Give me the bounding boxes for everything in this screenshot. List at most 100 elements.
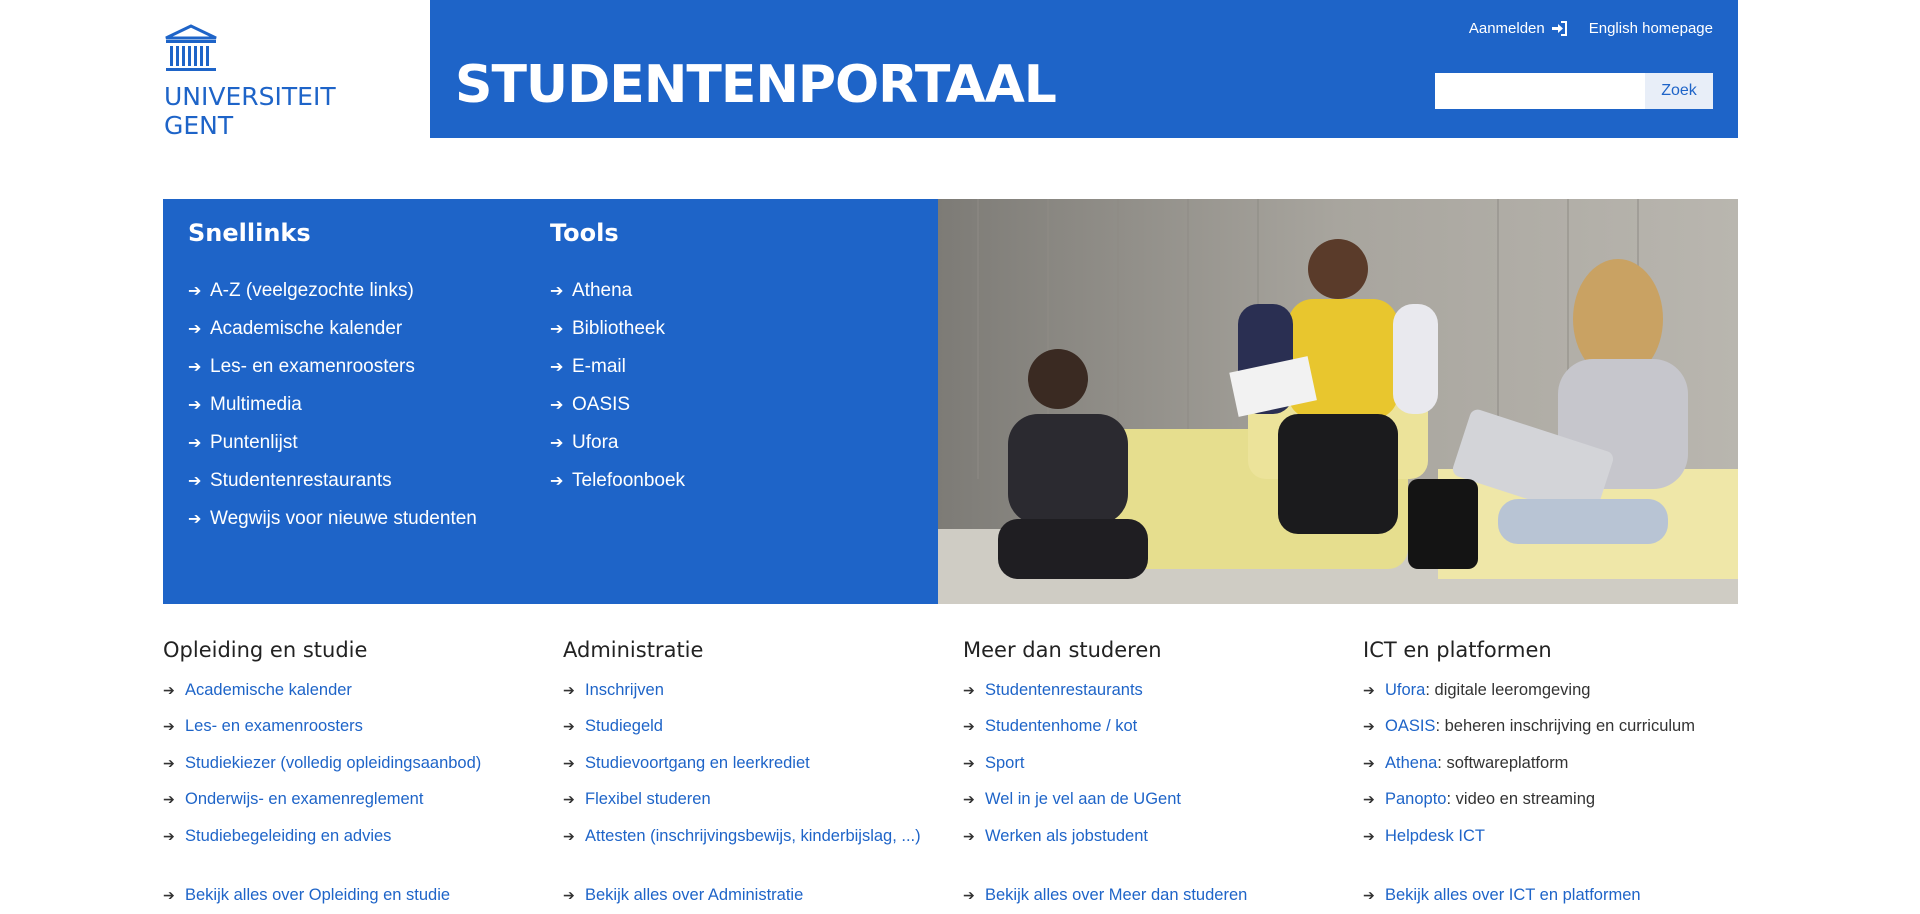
arrow-right-icon: ➔ bbox=[550, 395, 572, 415]
arrow-right-icon: ➔ bbox=[563, 718, 585, 735]
snellink[interactable]: Puntenlijst bbox=[210, 432, 298, 454]
list-item: ➔Flexibel studeren bbox=[563, 782, 943, 819]
snellink[interactable]: Studentenrestaurants bbox=[210, 470, 392, 492]
link-description: : softwareplatform bbox=[1437, 754, 1568, 773]
arrow-right-icon: ➔ bbox=[1363, 791, 1385, 808]
tool-link[interactable]: Bibliotheek bbox=[572, 318, 665, 340]
list-item: ➔Studiebegeleiding en advies bbox=[163, 818, 543, 855]
tool-link[interactable]: Ufora bbox=[572, 432, 618, 454]
arrow-right-icon: ➔ bbox=[188, 319, 210, 339]
list-item: ➔Inschrijven bbox=[563, 672, 943, 709]
list-item: ➔Athena bbox=[550, 272, 685, 310]
arrow-right-icon: ➔ bbox=[188, 357, 210, 377]
category-title: ICT en platformen bbox=[1363, 638, 1743, 662]
arrow-right-icon: ➔ bbox=[188, 395, 210, 415]
category-link[interactable]: OASIS bbox=[1385, 717, 1435, 736]
list-item: ➔Studievoortgang en leerkrediet bbox=[563, 745, 943, 782]
category-link[interactable]: Academische kalender bbox=[185, 681, 352, 700]
login-link[interactable]: Aanmelden bbox=[1469, 20, 1567, 37]
category-link[interactable]: Onderwijs- en examenreglement bbox=[185, 790, 423, 809]
category-link[interactable]: Les- en examenroosters bbox=[185, 717, 363, 736]
arrow-right-icon: ➔ bbox=[550, 357, 572, 377]
category-meer-dan-studeren: Meer dan studeren ➔Studentenrestaurants … bbox=[963, 638, 1343, 914]
students-photo bbox=[938, 199, 1738, 604]
category-link[interactable]: Flexibel studeren bbox=[585, 790, 711, 809]
category-list: ➔Ufora: digitale leeromgeving ➔OASIS: be… bbox=[1363, 672, 1743, 914]
arrow-right-icon: ➔ bbox=[188, 471, 210, 491]
arrow-right-icon: ➔ bbox=[163, 828, 185, 845]
tools-list: ➔Athena ➔Bibliotheek ➔E-mail ➔OASIS ➔Ufo… bbox=[550, 272, 685, 500]
link-description: : digitale leeromgeving bbox=[1425, 681, 1590, 700]
snellink[interactable]: Wegwijs voor nieuwe studenten bbox=[210, 508, 477, 530]
ugent-logo[interactable]: UNIVERSITEIT GENT bbox=[164, 24, 324, 144]
search-input[interactable] bbox=[1435, 73, 1645, 109]
arrow-right-icon: ➔ bbox=[188, 433, 210, 453]
link-description: : beheren inschrijving en curriculum bbox=[1435, 717, 1695, 736]
category-link[interactable]: Studievoortgang en leerkrediet bbox=[585, 754, 810, 773]
see-all-link[interactable]: Bekijk alles over ICT en platformen bbox=[1385, 886, 1641, 905]
category-link[interactable]: Attesten (inschrijvingsbewijs, kinderbij… bbox=[585, 827, 921, 846]
list-item: ➔Bekijk alles over Meer dan studeren bbox=[963, 878, 1343, 914]
see-all-link[interactable]: Bekijk alles over Meer dan studeren bbox=[985, 886, 1247, 905]
category-list: ➔Inschrijven ➔Studiegeld ➔Studievoortgan… bbox=[563, 672, 943, 914]
list-item: ➔OASIS bbox=[550, 386, 685, 424]
category-link[interactable]: Panopto bbox=[1385, 790, 1446, 809]
arrow-right-icon: ➔ bbox=[1363, 718, 1385, 735]
category-link[interactable]: Studiegeld bbox=[585, 717, 663, 736]
see-all-link[interactable]: Bekijk alles over Opleiding en studie bbox=[185, 886, 450, 905]
category-link[interactable]: Werken als jobstudent bbox=[985, 827, 1148, 846]
category-link[interactable]: Ufora bbox=[1385, 681, 1425, 700]
category-link[interactable]: Athena bbox=[1385, 754, 1437, 773]
tool-link[interactable]: Telefoonboek bbox=[572, 470, 685, 492]
list-item: ➔Academische kalender bbox=[163, 672, 543, 709]
category-link[interactable]: Studiebegeleiding en advies bbox=[185, 827, 391, 846]
english-homepage-link[interactable]: English homepage bbox=[1589, 20, 1713, 37]
arrow-right-icon: ➔ bbox=[163, 718, 185, 735]
category-link[interactable]: Inschrijven bbox=[585, 681, 664, 700]
search-button[interactable]: Zoek bbox=[1645, 73, 1713, 109]
list-item: ➔Les- en examenroosters bbox=[188, 348, 477, 386]
category-link[interactable]: Studentenhome / kot bbox=[985, 717, 1137, 736]
tool-link[interactable]: Athena bbox=[572, 280, 632, 302]
arrow-right-icon: ➔ bbox=[550, 471, 572, 491]
header-bar: STUDENTENPORTAAL Aanmelden English homep… bbox=[430, 0, 1738, 138]
arrow-right-icon: ➔ bbox=[563, 791, 585, 808]
arrow-right-icon: ➔ bbox=[963, 682, 985, 699]
list-item: ➔Wel in je vel aan de UGent bbox=[963, 782, 1343, 819]
ugent-building-icon bbox=[164, 24, 218, 76]
page-title: STUDENTENPORTAAL bbox=[455, 55, 1056, 115]
list-item: ➔Werken als jobstudent bbox=[963, 818, 1343, 855]
logo-text: UNIVERSITEIT GENT bbox=[164, 82, 324, 140]
arrow-right-icon: ➔ bbox=[563, 887, 585, 904]
list-item: ➔Studentenrestaurants bbox=[188, 462, 477, 500]
see-all-link[interactable]: Bekijk alles over Administratie bbox=[585, 886, 803, 905]
category-link[interactable]: Helpdesk ICT bbox=[1385, 827, 1485, 846]
list-item: ➔Ufora bbox=[550, 424, 685, 462]
category-link[interactable]: Wel in je vel aan de UGent bbox=[985, 790, 1181, 809]
snellink[interactable]: A-Z (veelgezochte links) bbox=[210, 280, 414, 302]
arrow-right-icon: ➔ bbox=[163, 755, 185, 772]
arrow-right-icon: ➔ bbox=[1363, 828, 1385, 845]
category-link[interactable]: Studentenrestaurants bbox=[985, 681, 1143, 700]
snellink[interactable]: Academische kalender bbox=[210, 318, 402, 340]
arrow-right-icon: ➔ bbox=[188, 509, 210, 529]
snellink[interactable]: Les- en examenroosters bbox=[210, 356, 415, 378]
category-link[interactable]: Sport bbox=[985, 754, 1024, 773]
list-item: ➔Onderwijs- en examenreglement bbox=[163, 782, 543, 819]
link-description: : video en streaming bbox=[1446, 790, 1595, 809]
list-item: ➔OASIS: beheren inschrijving en curricul… bbox=[1363, 709, 1743, 746]
list-item: ➔Attesten (inschrijvingsbewijs, kinderbi… bbox=[563, 818, 943, 855]
arrow-right-icon: ➔ bbox=[963, 718, 985, 735]
category-list: ➔Studentenrestaurants ➔Studentenhome / k… bbox=[963, 672, 1343, 914]
hero-section: Snellinks ➔A-Z (veelgezochte links) ➔Aca… bbox=[163, 199, 1738, 604]
arrow-right-icon: ➔ bbox=[563, 755, 585, 772]
arrow-right-icon: ➔ bbox=[550, 319, 572, 339]
category-link[interactable]: Studiekiezer (volledig opleidingsaanbod) bbox=[185, 754, 481, 773]
list-item: ➔Les- en examenroosters bbox=[163, 709, 543, 746]
list-item: ➔Studiekiezer (volledig opleidingsaanbod… bbox=[163, 745, 543, 782]
tool-link[interactable]: E-mail bbox=[572, 356, 626, 378]
list-item: ➔E-mail bbox=[550, 348, 685, 386]
tool-link[interactable]: OASIS bbox=[572, 394, 630, 416]
arrow-right-icon: ➔ bbox=[163, 887, 185, 904]
snellink[interactable]: Multimedia bbox=[210, 394, 302, 416]
